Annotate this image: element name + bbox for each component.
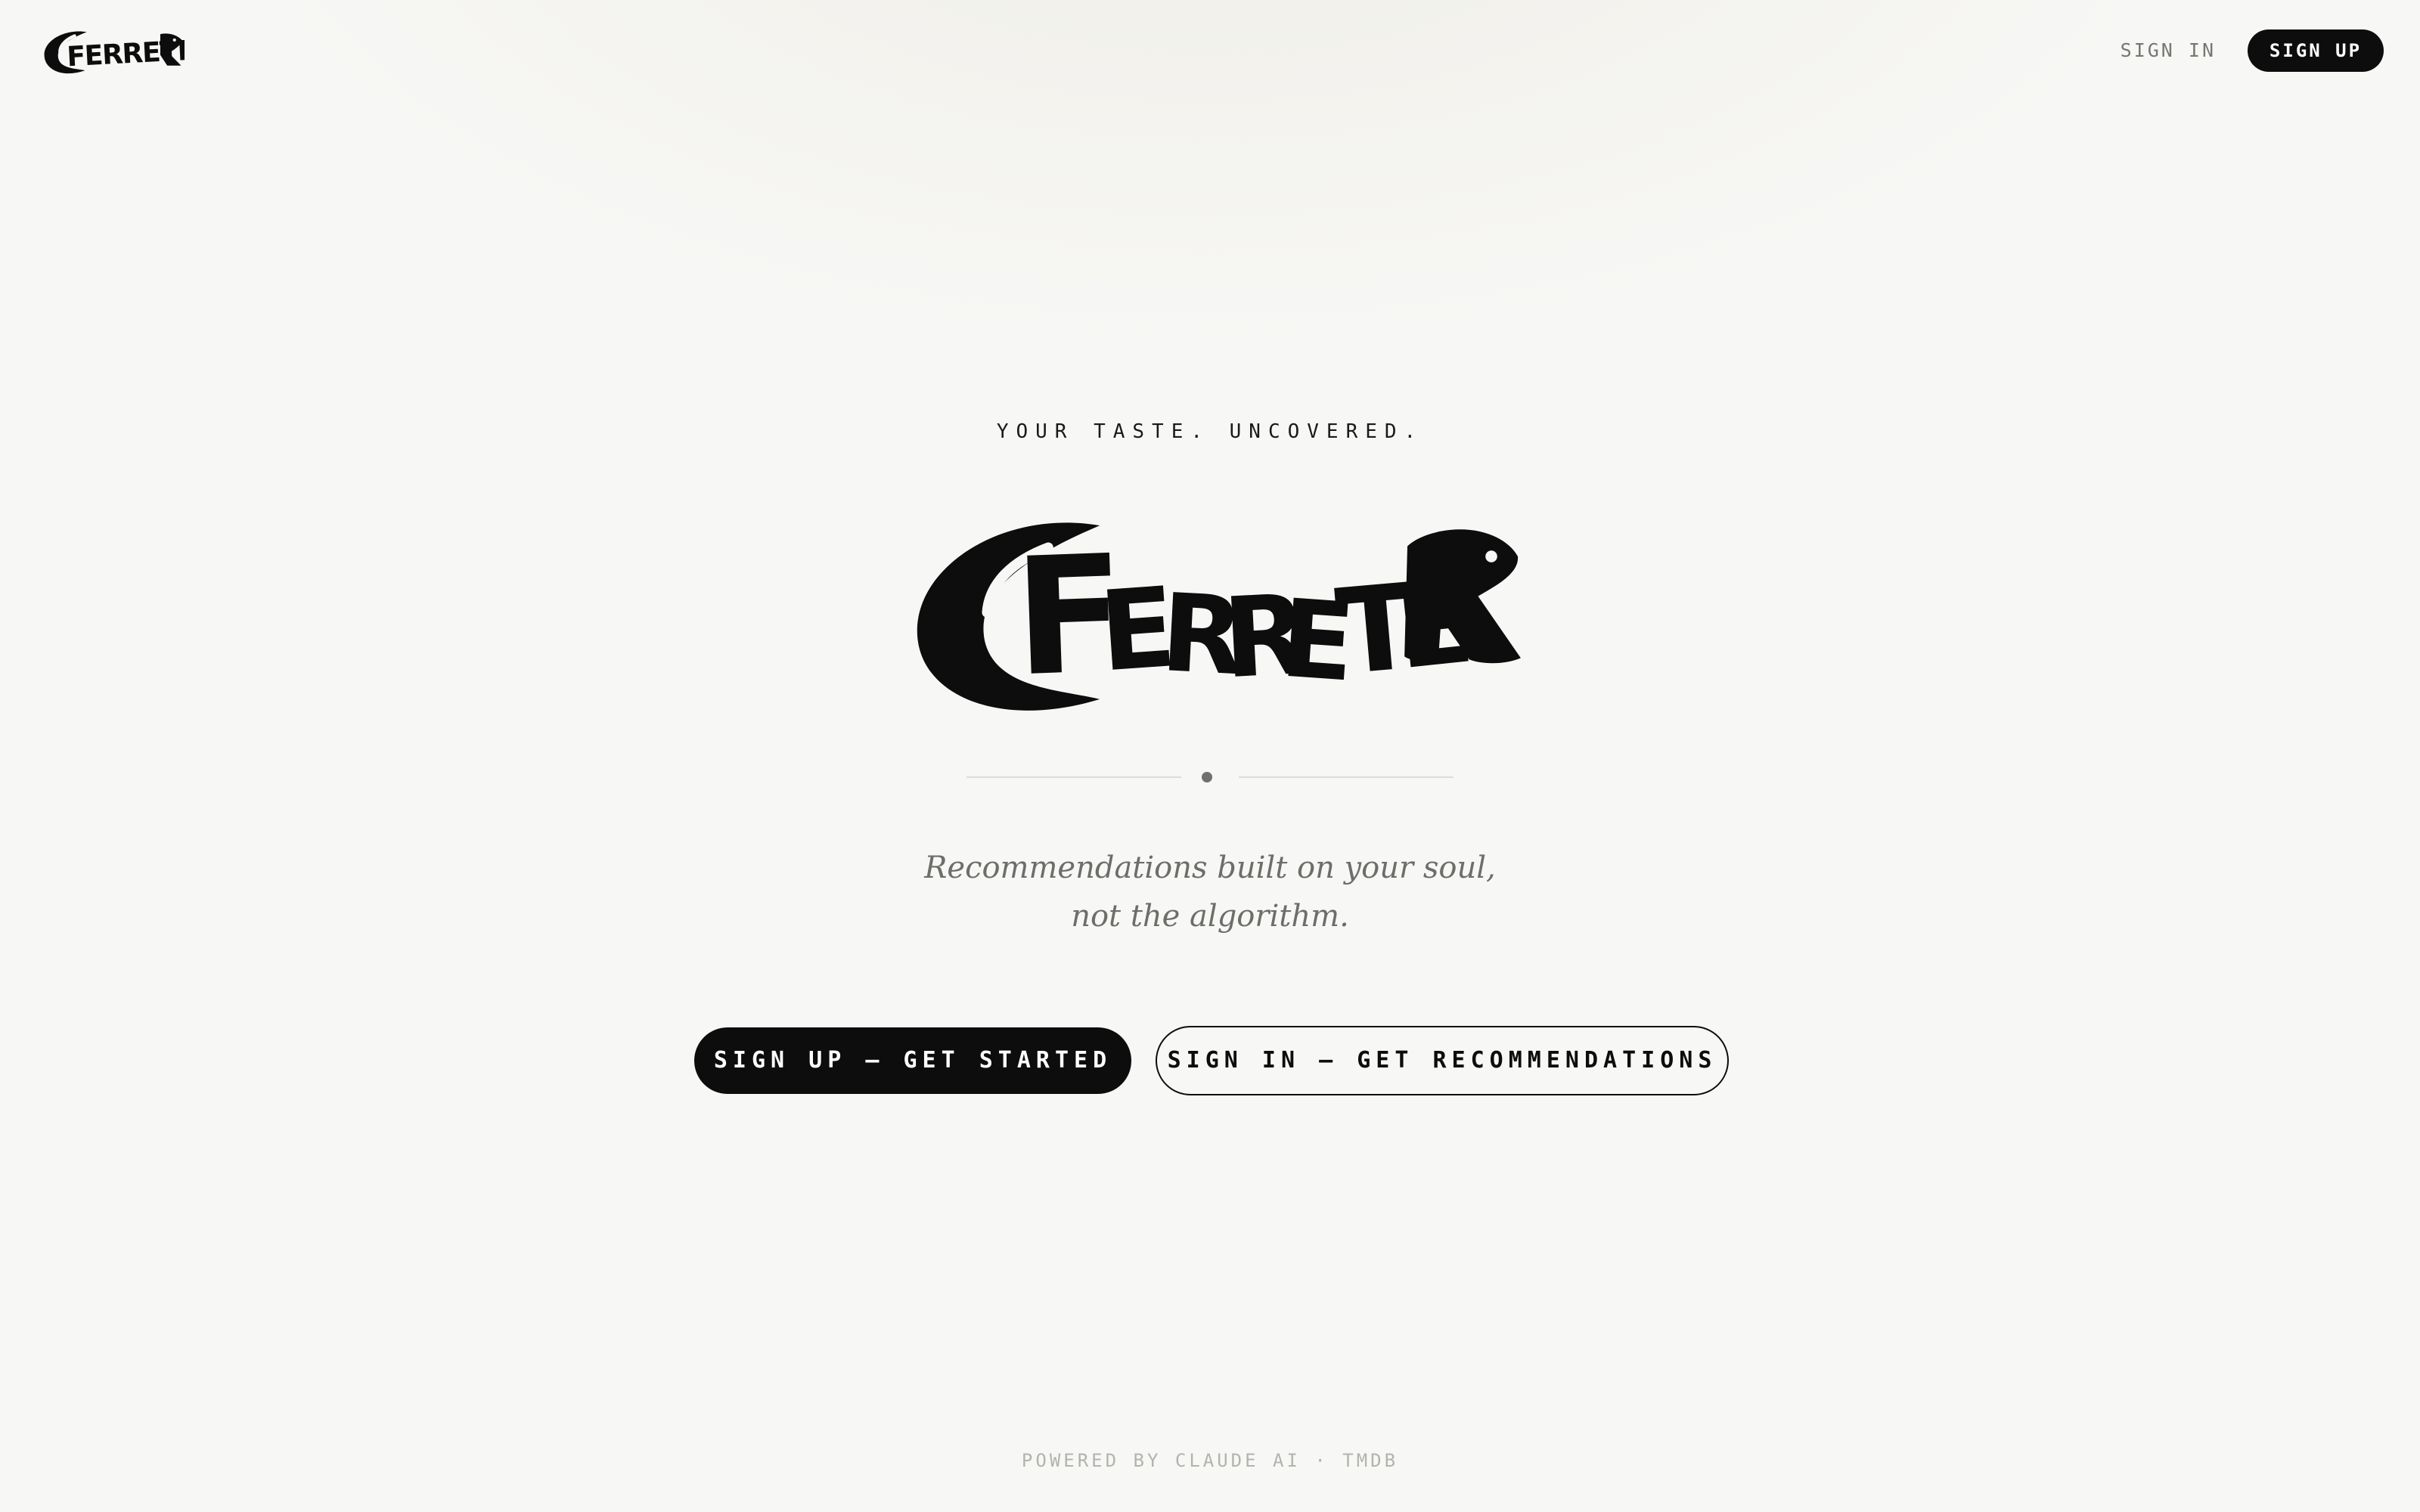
divider-dot-icon bbox=[1202, 772, 1212, 782]
divider-line-left bbox=[966, 776, 1181, 778]
section-divider bbox=[966, 768, 1454, 786]
site-header: FERRETER SIGN IN SIGN UP bbox=[0, 0, 2420, 101]
hero-logo: F E R R E T E bbox=[904, 502, 1526, 723]
brand-logo-small[interactable]: FERRETER bbox=[41, 23, 185, 80]
divider-line-right bbox=[1239, 776, 1454, 778]
hero-subtitle-line-2: not the algorithm. bbox=[1071, 899, 1349, 934]
footer-credits: POWERED BY CLAUDE AI · TMDB bbox=[1021, 1450, 1399, 1471]
hero-subtitle: Recommendations built on your soul, not … bbox=[0, 844, 2420, 940]
sign-up-get-started-button[interactable]: SIGN UP — GET STARTED bbox=[694, 1027, 1131, 1094]
hero-subtitle-line-1: Recommendations built on your soul, bbox=[924, 850, 1496, 885]
ferret-logo-icon: FERRETER bbox=[44, 31, 185, 74]
hero-tagline: YOUR TASTE. UNCOVERED. bbox=[996, 420, 1424, 443]
nav-sign-up-button[interactable]: SIGN UP bbox=[2248, 29, 2384, 72]
sign-in-get-recommendations-button[interactable]: SIGN IN — GET RECOMMENDATIONS bbox=[1156, 1026, 1729, 1095]
nav-sign-in-link[interactable]: SIGN IN bbox=[2121, 35, 2216, 67]
ferret-wordmark-icon: F E R R E T E bbox=[917, 519, 1521, 712]
